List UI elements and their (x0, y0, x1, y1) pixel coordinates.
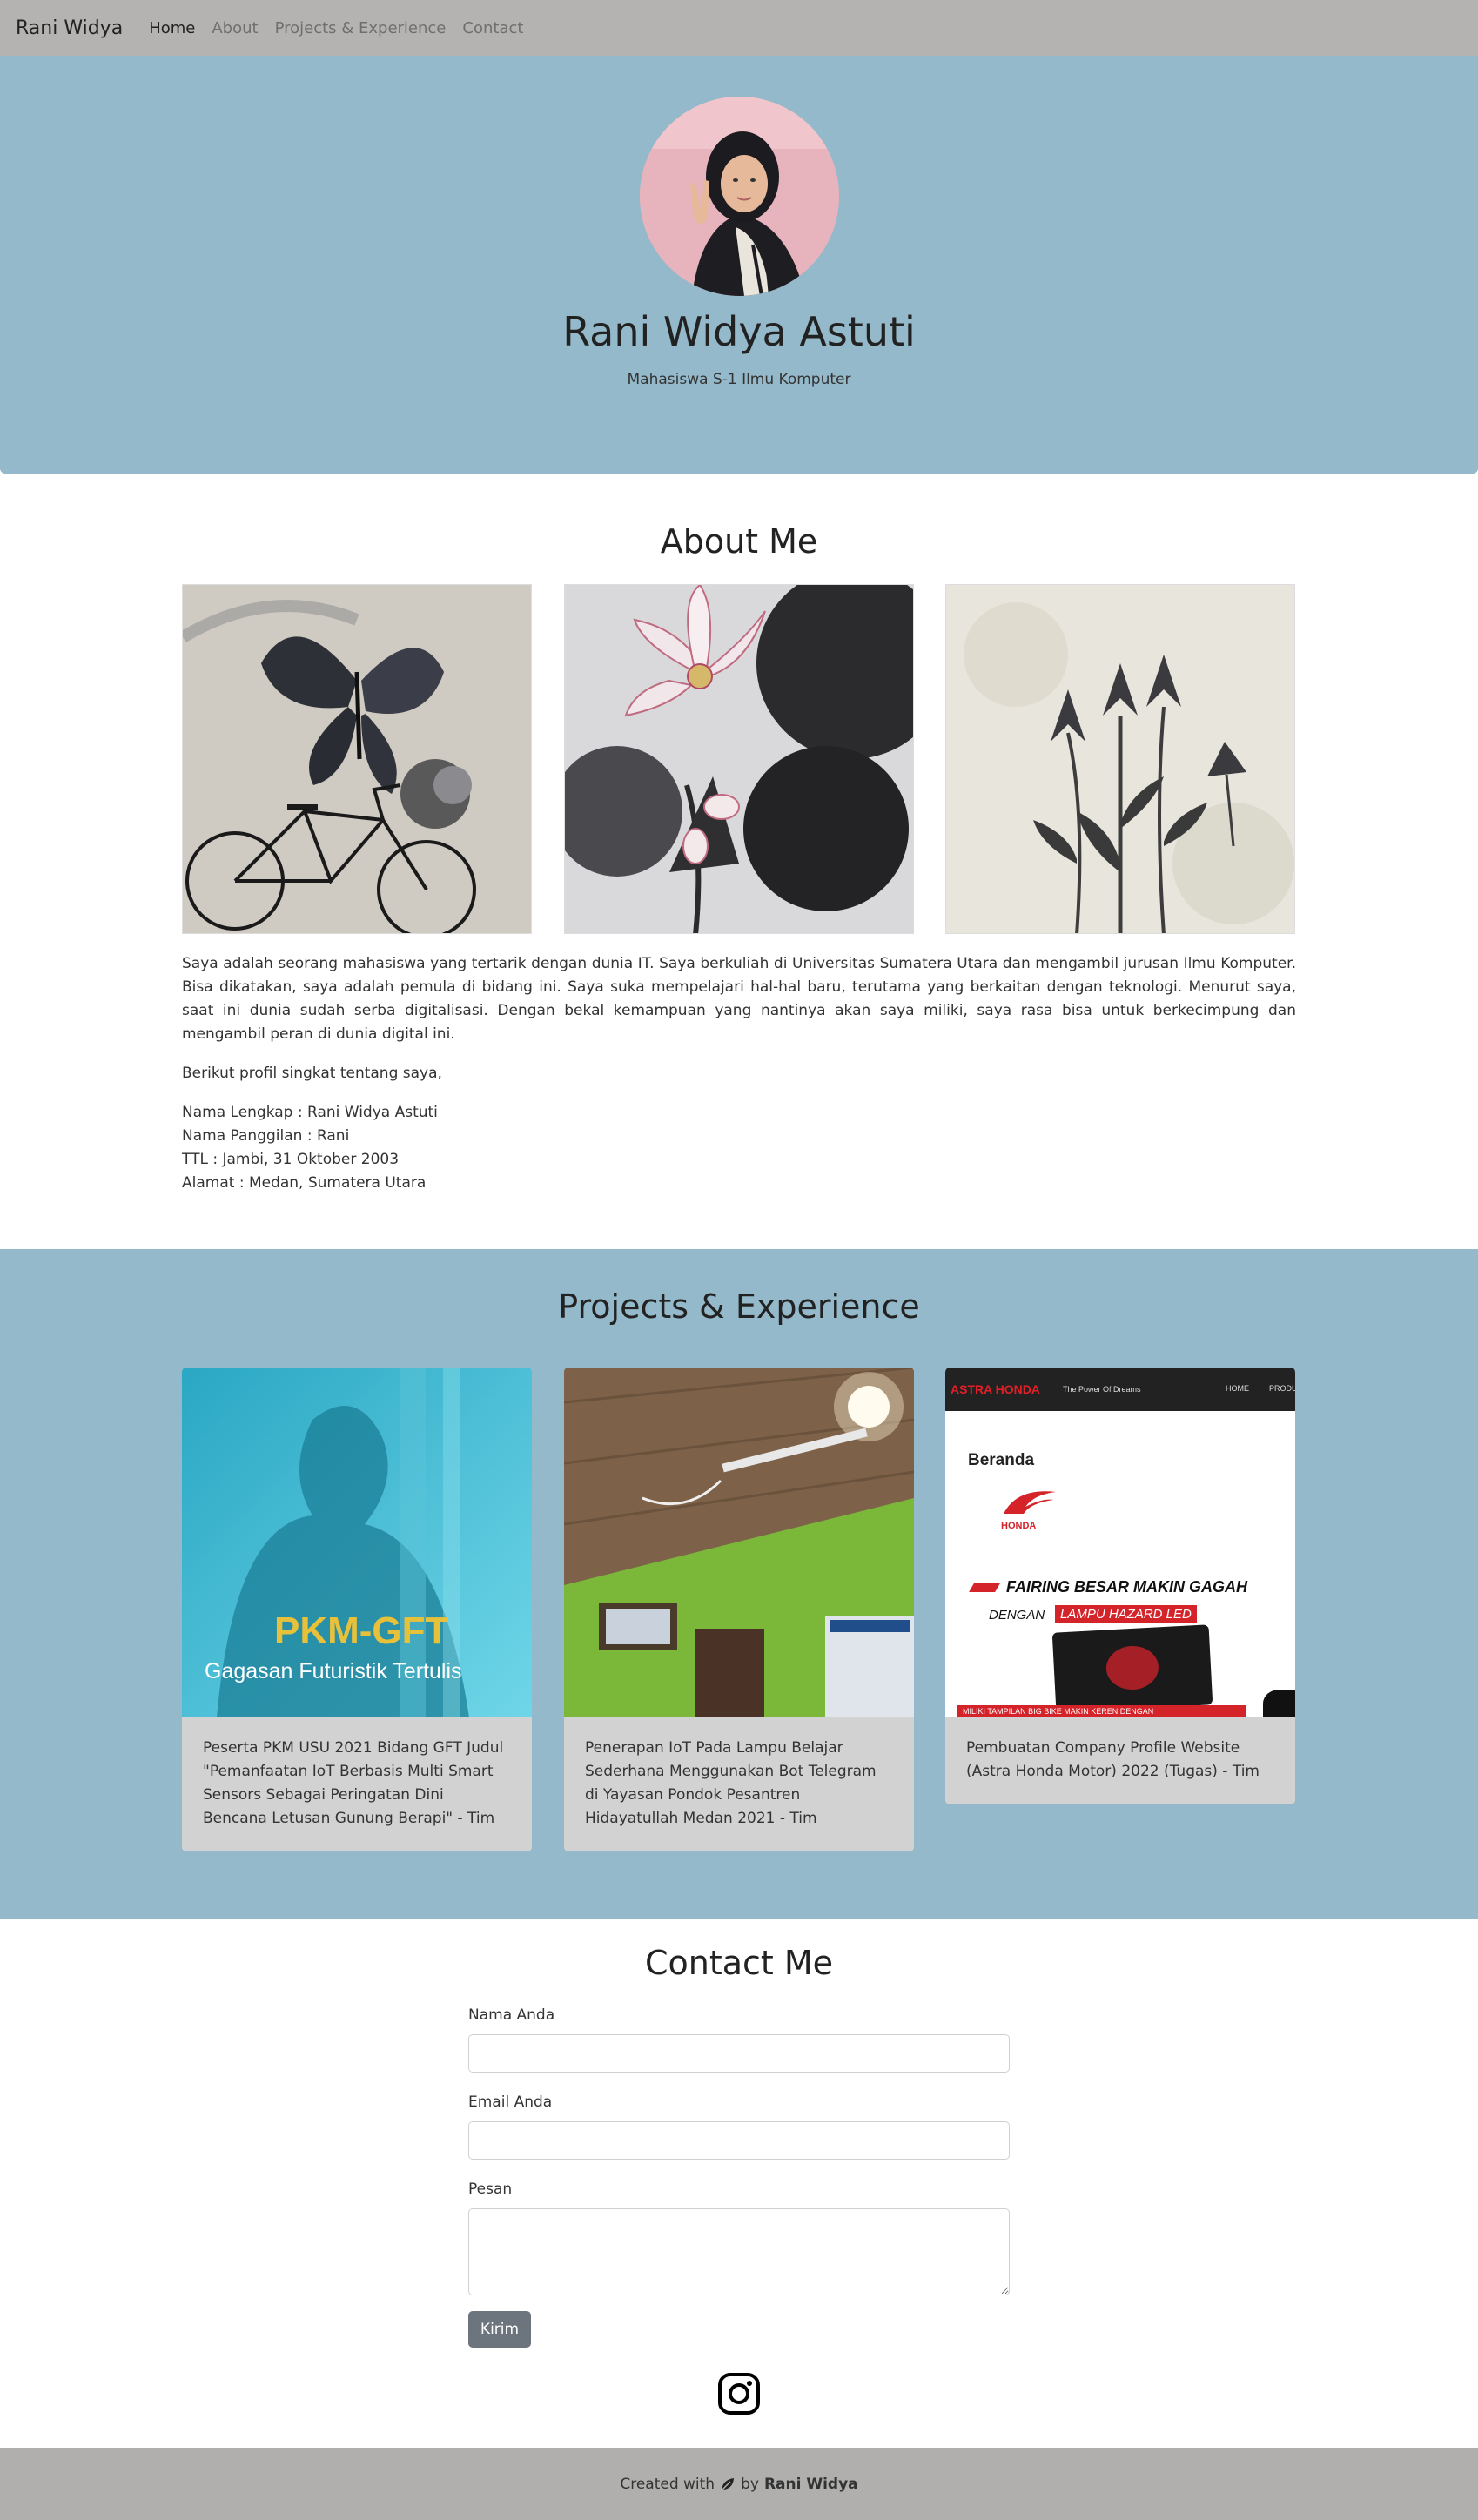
project-card-pkm[interactable]: PKM-GFT Gagasan Futuristik Tertulis Pese… (182, 1368, 532, 1851)
art-image-butterfly (182, 584, 532, 934)
banner-motorbike-image (1051, 1624, 1213, 1713)
banner-highlight: LAMPU HAZARD LED (1054, 1604, 1198, 1624)
email-input[interactable] (468, 2121, 1010, 2160)
site-preview-nav-home: HOME (1226, 1384, 1249, 1393)
project-image-astra-honda: ASTRA HONDA The Power Of Dreams HOME PRO… (945, 1368, 1295, 1717)
banner-line-prefix: DENGAN (989, 1608, 1045, 1623)
nav-link-contact[interactable]: Contact (462, 19, 523, 37)
about-title: About Me (660, 522, 818, 561)
project-description: Peserta PKM USU 2021 Bidang GFT Judul "P… (203, 1739, 504, 1827)
project-image-pkm: PKM-GFT Gagasan Futuristik Tertulis (182, 1368, 532, 1717)
projects-title: Projects & Experience (558, 1287, 920, 1326)
pkm-logo-title: PKM-GFT (274, 1609, 449, 1652)
instagram-icon[interactable] (717, 2372, 761, 2416)
banner-footer-strip: MILIKI TAMPILAN BIG BIKE MAKIN KEREN DEN… (957, 1705, 1246, 1717)
pkm-logo-subtitle: Gagasan Futuristik Tertulis (205, 1659, 462, 1683)
site-preview-logo-text: HONDA (1001, 1521, 1037, 1531)
leaf-icon (721, 2477, 735, 2491)
message-label: Pesan (468, 2181, 513, 2198)
navbar-brand[interactable]: Rani Widya (16, 17, 123, 39)
footer-by: by (741, 2475, 759, 2493)
nav-link-about[interactable]: About (212, 19, 258, 37)
footer: Created with by Rani Widya (0, 2448, 1478, 2520)
projects-section: Projects & Experience PKM-GFT Gagasan Fu… (0, 1249, 1478, 1919)
message-textarea[interactable] (468, 2208, 1010, 2295)
contact-section: Contact Me Nama Anda Email Anda Pesan Ki… (0, 1919, 1478, 2448)
banner-headline: FAIRING BESAR MAKIN GAGAH (1006, 1578, 1248, 1596)
profile-birth: TTL : Jambi, 31 Oktober 2003 (182, 1151, 400, 1168)
about-paragraph: Saya adalah seorang mahasiswa yang terta… (182, 955, 1296, 1043)
about-text: Saya adalah seorang mahasiswa yang terta… (182, 952, 1296, 1211)
profile-nickname: Nama Panggilan : Rani (182, 1127, 350, 1145)
submit-button[interactable]: Kirim (468, 2311, 531, 2348)
banner-side-image (1263, 1690, 1295, 1717)
site-preview-heading: Beranda (968, 1451, 1035, 1469)
banner-accent (969, 1583, 1000, 1592)
nav-link-projects[interactable]: Projects & Experience (275, 19, 447, 37)
art-image-lilies (945, 584, 1295, 934)
contact-form: Nama Anda Email Anda Pesan Kirim (468, 2006, 1010, 2348)
honda-wing-icon (1004, 1491, 1056, 1514)
project-description: Pembuatan Company Profile Website (Astra… (966, 1739, 1260, 1780)
profile-list: Nama Lengkap : Rani Widya Astuti Nama Pa… (182, 1101, 1296, 1195)
profile-full-name: Nama Lengkap : Rani Widya Astuti (182, 1104, 438, 1121)
name-input[interactable] (468, 2034, 1010, 2073)
site-preview-tagline: The Power Of Dreams (1063, 1385, 1141, 1394)
project-card-astra-honda[interactable]: ASTRA HONDA The Power Of Dreams HOME PRO… (945, 1368, 1295, 1804)
hero-name: Rani Widya Astuti (562, 308, 916, 355)
navbar: Rani Widya Home About Projects & Experie… (0, 0, 1478, 56)
about-intro: Berikut profil singkat tentang saya, (182, 1065, 442, 1082)
site-preview-brand: ASTRA HONDA (951, 1382, 1040, 1396)
project-card-iot-lamp[interactable]: Penerapan IoT Pada Lampu Belajar Sederha… (564, 1368, 914, 1851)
art-image-lotus (564, 584, 914, 934)
contact-title: Contact Me (644, 1944, 834, 1982)
hero-subtitle: Mahasiswa S-1 Ilmu Komputer (627, 371, 851, 388)
about-section: About Me Saya adalah seorang mahasiswa y… (0, 474, 1478, 1249)
email-label: Email Anda (468, 2093, 553, 2111)
site-preview-nav-products: PRODU (1269, 1384, 1295, 1393)
avatar (640, 97, 839, 296)
project-description: Penerapan IoT Pada Lampu Belajar Sederha… (585, 1739, 877, 1827)
name-label: Nama Anda (468, 2006, 555, 2024)
nav-link-home[interactable]: Home (149, 19, 195, 37)
hero-section: Rani Widya Astuti Mahasiswa S-1 Ilmu Kom… (0, 56, 1478, 474)
footer-prefix: Created with (620, 2475, 715, 2493)
footer-author: Rani Widya (763, 2475, 858, 2493)
project-image-iot-lamp (564, 1368, 914, 1717)
profile-address: Alamat : Medan, Sumatera Utara (182, 1174, 427, 1192)
avatar-photo (640, 97, 839, 296)
